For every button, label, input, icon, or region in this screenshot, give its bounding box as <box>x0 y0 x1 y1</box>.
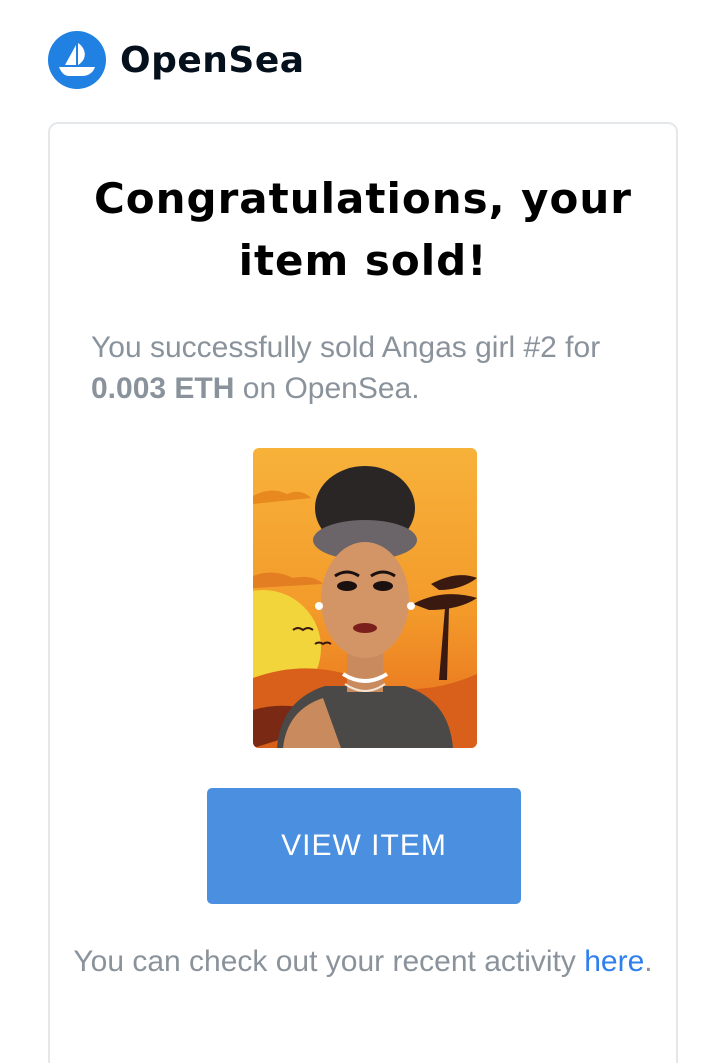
recent-activity-text: You can check out your recent activity h… <box>70 942 656 982</box>
brand-header[interactable]: OpenSea <box>48 31 305 89</box>
email-page: OpenSea Congratulations, your item sold!… <box>0 0 728 1063</box>
message-suffix: on OpenSea. <box>234 372 420 405</box>
opensea-logo-icon <box>48 31 106 89</box>
sale-notification-card: Congratulations, your item sold! You suc… <box>48 122 678 1063</box>
nft-item-image[interactable] <box>253 448 477 748</box>
sale-headline: Congratulations, your item sold! <box>93 174 633 285</box>
view-item-button[interactable]: VIEW ITEM <box>207 788 521 904</box>
message-prefix: You successfully sold Angas girl #2 for <box>91 331 601 364</box>
recent-activity-link[interactable]: here <box>584 945 644 978</box>
footer-text-body: You can check out your recent activity <box>73 945 585 978</box>
brand-name: OpenSea <box>120 39 305 81</box>
footer-text-end: . <box>644 945 653 978</box>
sale-message: You successfully sold Angas girl #2 for … <box>91 327 646 409</box>
sale-price: 0.003 ETH <box>91 372 235 405</box>
